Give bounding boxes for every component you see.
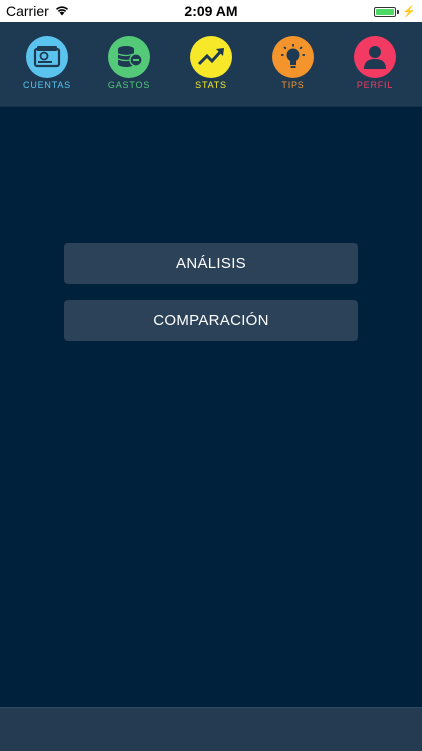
wallet-icon (26, 36, 68, 78)
analysis-button[interactable]: ANÁLISIS (64, 243, 358, 284)
lightbulb-icon (272, 36, 314, 78)
nav-item-tips[interactable]: TIPS (258, 36, 328, 106)
nav-item-gastos[interactable]: GASTOS (94, 36, 164, 106)
coins-icon (108, 36, 150, 78)
top-nav-bar: CUENTAS GASTOS STATS TIPS PERFIL (0, 22, 422, 106)
battery-tip (397, 9, 400, 14)
nav-item-perfil[interactable]: PERFIL (340, 36, 410, 106)
nav-label-cuentas: CUENTAS (23, 80, 71, 90)
battery-icon (374, 6, 397, 17)
bottom-bar (0, 707, 422, 751)
comparison-button[interactable]: COMPARACIÓN (64, 300, 358, 341)
status-bar: Carrier 2:09 AM ⚡ (0, 0, 422, 22)
status-time: 2:09 AM (184, 3, 238, 19)
nav-label-tips: TIPS (281, 80, 305, 90)
charging-icon: ⚡ (402, 6, 416, 18)
nav-label-perfil: PERFIL (356, 80, 394, 90)
trend-up-icon (190, 36, 232, 78)
nav-item-cuentas[interactable]: CUENTAS (12, 36, 82, 106)
user-icon (354, 36, 396, 78)
nav-label-gastos: GASTOS (107, 80, 151, 90)
nav-item-stats[interactable]: STATS (176, 36, 246, 106)
battery-fill (376, 8, 395, 15)
nav-label-stats: STATS (195, 80, 227, 90)
status-right: ⚡ (374, 5, 416, 18)
